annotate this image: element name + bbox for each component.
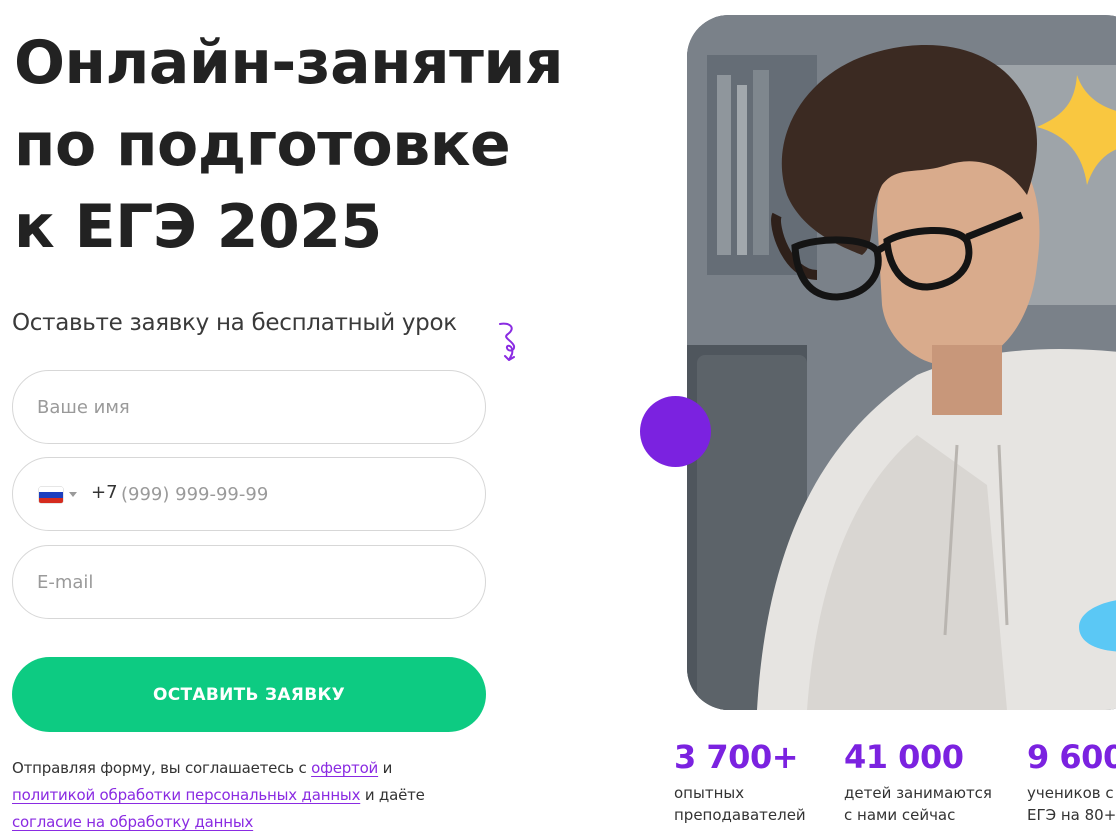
stat-label: опытных преподавателей <box>674 782 806 826</box>
consent-text: Отправляя форму, вы соглашаетесь с оферт… <box>12 755 492 836</box>
offer-link[interactable]: офертой <box>311 759 378 777</box>
data-processing-consent-link[interactable]: согласие на обработку данных <box>12 813 253 831</box>
stat-label-line: детей занимаются <box>844 784 992 802</box>
stat-label-line: преподавателей <box>674 806 806 824</box>
stat-label: детей занимаются с нами сейчас <box>844 782 992 826</box>
stat-label-line: ЕГЭ на 80+ <box>1027 806 1116 824</box>
privacy-policy-link[interactable]: политикой обработки персональных данных <box>12 786 360 804</box>
stat-label-line: опытных <box>674 784 745 802</box>
title-line-3: к ЕГЭ 2025 <box>14 192 382 262</box>
title-line-2: по подготовке <box>14 110 511 180</box>
title-line-1: Онлайн-занятия <box>14 28 563 98</box>
submit-request-button[interactable]: ОСТАВИТЬ ЗАЯВКУ <box>12 657 486 732</box>
page-title: Онлайн-занятия по подготовке к ЕГЭ 2025 <box>14 22 563 268</box>
student-illustration <box>687 15 1116 710</box>
name-field-wrapper <box>12 370 486 444</box>
stat-label-line: с нами сейчас <box>844 806 956 824</box>
name-input[interactable] <box>35 371 469 444</box>
stat-value: 9 600 <box>1027 738 1116 776</box>
stat-high-scorers: 9 600 учеников с ЕГЭ на 80+ <box>1027 738 1116 826</box>
decorative-purple-circle <box>640 396 711 467</box>
phone-input[interactable] <box>119 458 463 531</box>
phone-country-code: +7 <box>91 482 118 503</box>
stat-label: учеников с ЕГЭ на 80+ <box>1027 782 1116 826</box>
country-dropdown-chevron-icon[interactable] <box>69 492 77 497</box>
stat-teachers: 3 700+ опытных преподавателей <box>674 738 806 826</box>
phone-field-wrapper: +7 <box>12 457 486 531</box>
russia-flag-icon[interactable] <box>39 487 63 503</box>
consent-text-part: и <box>378 759 393 777</box>
stat-value: 3 700+ <box>674 738 799 776</box>
stat-value: 41 000 <box>844 738 964 776</box>
form-subtitle: Оставьте заявку на бесплатный урок <box>12 310 457 336</box>
consent-text-part: и даёте <box>360 786 425 804</box>
stat-students-now: 41 000 детей занимаются с нами сейчас <box>844 738 992 826</box>
email-field-wrapper <box>12 545 486 619</box>
squiggle-arrow-icon <box>499 322 516 361</box>
email-input[interactable] <box>35 546 469 619</box>
consent-text-part: Отправляя форму, вы соглашаетесь с <box>12 759 312 777</box>
hero-photo-student <box>687 15 1116 710</box>
stat-label-line: учеников с <box>1027 784 1114 802</box>
